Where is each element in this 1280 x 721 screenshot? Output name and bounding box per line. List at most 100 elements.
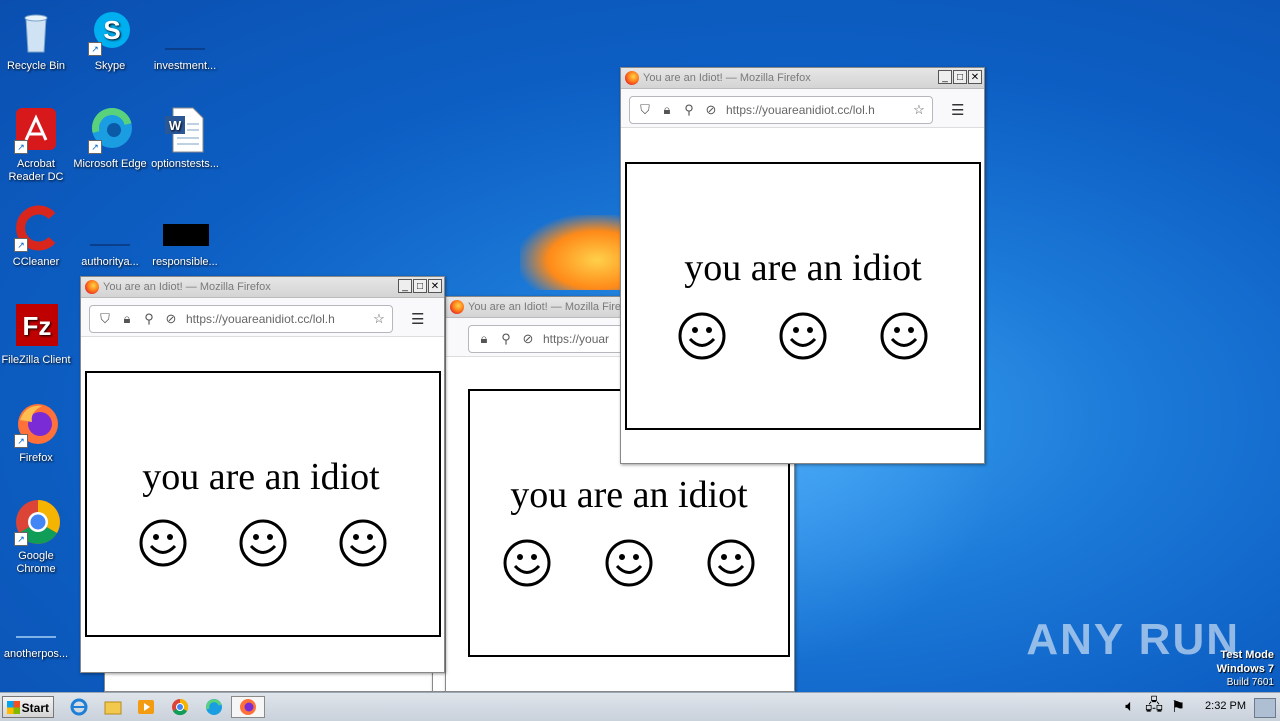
taskbar-ie-button[interactable] <box>66 696 92 718</box>
os-label: Windows 7 <box>1216 663 1274 675</box>
hamburger-menu-icon[interactable]: ☰ <box>411 310 424 328</box>
desktop-icon-ccleaner[interactable]: ↗ CCleaner <box>0 204 74 269</box>
icon-label: Acrobat Reader DC <box>8 158 64 183</box>
icon-label: CCleaner <box>12 256 60 268</box>
ccleaner-icon: ↗ <box>12 204 60 252</box>
shield-icon[interactable]: ⛉ <box>638 102 652 117</box>
svg-text:S: S <box>103 15 120 45</box>
blank-file-icon <box>12 596 60 644</box>
desktop-icon-firefox[interactable]: ↗ Firefox <box>0 400 74 465</box>
idiot-frame: you are an idiot <box>85 371 441 637</box>
icon-label: Google Chrome <box>16 550 56 575</box>
anyrun-watermark: ANY RUN <box>1026 615 1240 664</box>
taskbar-media-player-button[interactable] <box>133 696 159 718</box>
bookmark-star-icon[interactable]: ☆ <box>372 311 386 326</box>
desktop-icon-investment[interactable]: investment... <box>147 8 223 73</box>
icon-label: optionstests... <box>151 158 219 170</box>
network-icon[interactable]: 🖧︎ <box>1144 696 1164 718</box>
hamburger-menu-icon[interactable]: ☰ <box>951 101 964 119</box>
shortcut-arrow-icon: ↗ <box>14 140 28 154</box>
window-title: You are an Idiot! — Mozilla Firefox <box>468 301 636 313</box>
black-file-icon <box>161 204 209 252</box>
window-controls: _ □ ✕ <box>938 70 982 84</box>
word-document-icon: W <box>161 106 209 154</box>
desktop-icon-anotherpos[interactable]: anotherpos... <box>0 596 74 661</box>
smiley-icon <box>239 519 287 567</box>
taskbar-chrome-button[interactable] <box>167 696 193 718</box>
permissions-icon[interactable]: ⚲ <box>499 331 513 346</box>
permissions-icon[interactable]: ⚲ <box>142 311 156 326</box>
close-button[interactable]: ✕ <box>968 70 982 84</box>
filezilla-icon: Fz <box>12 302 60 350</box>
close-button[interactable]: ✕ <box>428 279 442 293</box>
bookmark-star-icon[interactable]: ☆ <box>912 102 926 117</box>
window-titlebar[interactable]: You are an Idiot! — Mozilla Firefox _ □ … <box>621 68 984 89</box>
lock-icon[interactable]: 🔒︎ <box>120 311 134 326</box>
shortcut-arrow-icon: ↗ <box>14 532 28 546</box>
url-bar[interactable]: ⛉ 🔒︎ ⚲ ⊘ https://youareanidiot.cc/lol.h … <box>629 96 933 124</box>
maximize-button[interactable]: □ <box>413 279 427 293</box>
windows-flag-icon <box>7 701 20 714</box>
firefox-logo-icon <box>625 71 639 85</box>
smiley-icon <box>880 312 928 360</box>
desktop-icon-edge[interactable]: ↗ Microsoft Edge <box>72 106 148 171</box>
smiley-row <box>87 519 439 567</box>
url-text: https://youareanidiot.cc/lol.h <box>186 312 335 326</box>
idiot-message: you are an idiot <box>510 474 748 516</box>
tracking-blocked-icon[interactable]: ⊘ <box>164 311 178 326</box>
desktop-icon-skype[interactable]: S ↗ Skype <box>72 8 148 73</box>
window-title: You are an Idiot! — Mozilla Firefox <box>103 281 271 293</box>
smiley-row <box>470 539 788 587</box>
firefox-icon: ↗ <box>12 400 60 448</box>
start-button[interactable]: Start <box>2 696 54 718</box>
idiot-message: you are an idiot <box>142 456 380 498</box>
tracking-blocked-icon[interactable]: ⊘ <box>704 102 718 117</box>
desktop-icon-acrobat[interactable]: ↗ Acrobat Reader DC <box>0 106 74 184</box>
shield-icon[interactable]: ⛉ <box>98 311 112 326</box>
volume-icon[interactable]: 🔈︎ <box>1120 696 1140 718</box>
taskbar: Start 🔈︎ 🖧︎ ⚑ 2:32 PM <box>0 692 1280 721</box>
desktop-icon-optionstests[interactable]: W optionstests... <box>147 106 223 171</box>
smiley-icon <box>339 519 387 567</box>
permissions-icon[interactable]: ⚲ <box>682 102 696 117</box>
acrobat-icon: ↗ <box>12 106 60 154</box>
shortcut-arrow-icon: ↗ <box>88 42 102 56</box>
lock-icon[interactable]: 🔒︎ <box>660 102 674 117</box>
tracking-blocked-icon[interactable]: ⊘ <box>521 331 535 346</box>
test-mode-label: Test Mode <box>1220 649 1274 661</box>
page-content: you are an idiot <box>621 128 984 463</box>
svg-text:W: W <box>169 118 182 133</box>
svg-text:Fz: Fz <box>23 311 52 341</box>
window-titlebar[interactable]: You are an Idiot! — Mozilla Firefox _ □ … <box>81 277 444 298</box>
icon-label: Firefox <box>19 452 53 464</box>
desktop-icon-authority[interactable]: authorityа... <box>72 204 148 269</box>
firefox-window-1[interactable]: You are an Idiot! — Mozilla Firefox _ □ … <box>80 276 445 673</box>
navigation-toolbar: ⛉ 🔒︎ ⚲ ⊘ https://youareanidiot.cc/lol.h … <box>621 89 984 128</box>
taskbar-explorer-button[interactable] <box>100 696 126 718</box>
navigation-toolbar: ⛉ 🔒︎ ⚲ ⊘ https://youareanidiot.cc/lol.h … <box>81 298 444 337</box>
icon-label: Skype <box>94 60 126 72</box>
show-desktop-button[interactable] <box>1254 698 1276 718</box>
icon-label: Microsoft Edge <box>73 158 147 170</box>
maximize-button[interactable]: □ <box>953 70 967 84</box>
url-bar[interactable]: ⛉ 🔒︎ ⚲ ⊘ https://youareanidiot.cc/lol.h … <box>89 305 393 333</box>
window-title: You are an Idiot! — Mozilla Firefox <box>643 72 811 84</box>
build-label: Build 7601 <box>1226 677 1274 688</box>
blank-file-icon <box>161 8 209 56</box>
skype-icon: S ↗ <box>86 8 134 56</box>
clock[interactable]: 2:32 PM <box>1205 700 1246 712</box>
firefox-icon <box>240 699 256 715</box>
taskbar-edge-button[interactable] <box>201 696 227 718</box>
start-label: Start <box>21 701 49 715</box>
action-center-flag-icon[interactable]: ⚑ <box>1168 696 1188 718</box>
firefox-window-3[interactable]: You are an Idiot! — Mozilla Firefox _ □ … <box>620 67 985 464</box>
taskbar-firefox-button[interactable] <box>231 696 265 718</box>
minimize-button[interactable]: _ <box>938 70 952 84</box>
smiley-icon <box>707 539 755 587</box>
desktop-icon-filezilla[interactable]: Fz FileZilla Client <box>0 302 74 367</box>
minimize-button[interactable]: _ <box>398 279 412 293</box>
desktop-icon-recycle-bin[interactable]: Recycle Bin <box>0 8 74 73</box>
desktop-icon-responsible[interactable]: responsible... <box>147 204 223 269</box>
desktop-icon-chrome[interactable]: ↗ Google Chrome <box>0 498 74 576</box>
smiley-icon <box>678 312 726 360</box>
